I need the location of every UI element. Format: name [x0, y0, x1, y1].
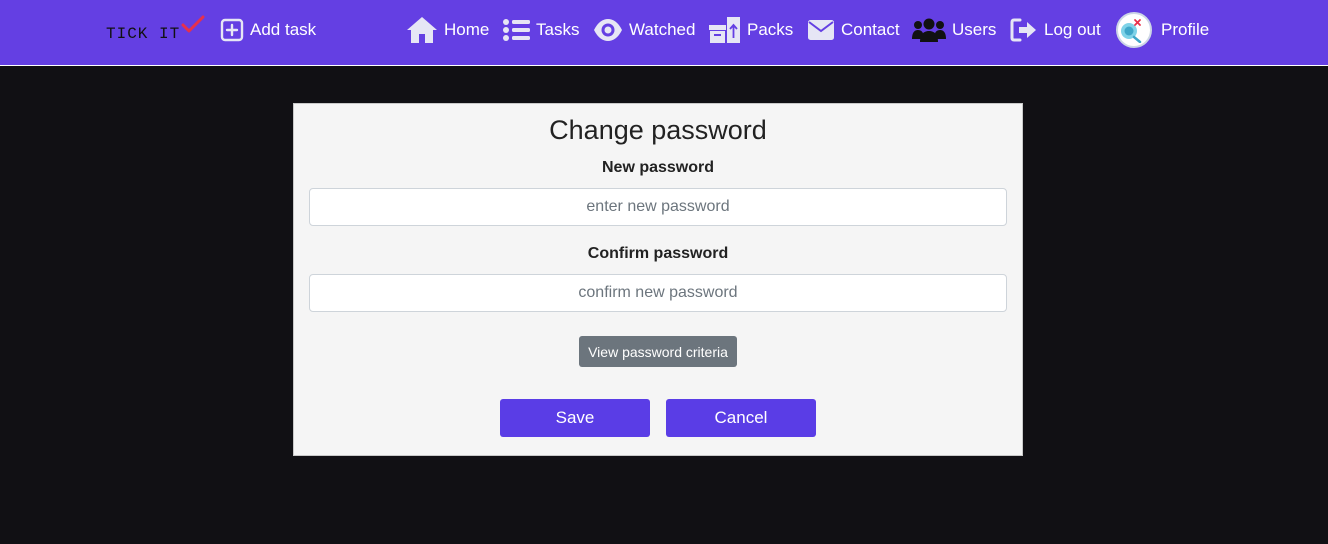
- nav-logout-label: Log out: [1044, 20, 1101, 39]
- new-password-input[interactable]: [309, 188, 1007, 226]
- brand-text: TICK IT: [106, 25, 181, 43]
- users-icon: [912, 18, 946, 42]
- envelope-icon: [808, 20, 834, 40]
- list-icon: [503, 19, 530, 41]
- home-icon: [407, 17, 437, 43]
- nav-home-label: Home: [444, 20, 490, 39]
- page-title: Change password: [549, 115, 767, 145]
- nav-users-label: Users: [952, 20, 997, 39]
- plus-square-icon: [220, 18, 244, 42]
- confirm-password-label: Confirm password: [587, 245, 729, 262]
- nav-users[interactable]: Users: [912, 14, 996, 46]
- change-password-card: Change password New password Confirm pas…: [293, 103, 1023, 456]
- new-password-label: New password: [601, 159, 715, 176]
- nav-logout[interactable]: Log out: [1010, 14, 1101, 46]
- nav-contact-label: Contact: [841, 20, 900, 39]
- nav-home[interactable]: Home: [406, 14, 489, 46]
- save-button[interactable]: Save: [500, 399, 650, 437]
- view-password-criteria-button[interactable]: View password criteria: [579, 336, 737, 367]
- nav-profile[interactable]: Profile: [1116, 12, 1210, 48]
- archive-boxes-icon: [709, 17, 740, 43]
- nav-watched[interactable]: Watched: [593, 14, 695, 46]
- logout-icon: [1010, 18, 1036, 42]
- nav-tasks[interactable]: Tasks: [503, 14, 579, 46]
- confirm-password-input[interactable]: [309, 274, 1007, 312]
- nav-packs-label: Packs: [747, 20, 794, 39]
- brand-check-icon: [181, 14, 205, 39]
- brand-logo[interactable]: TICK IT: [106, 15, 205, 43]
- nav-watched-label: Watched: [629, 20, 696, 39]
- cancel-button[interactable]: Cancel: [666, 399, 816, 437]
- nav-add-task-label: Add task: [250, 20, 317, 39]
- nav-tasks-label: Tasks: [536, 20, 580, 39]
- avatar-icon: [1121, 19, 1142, 43]
- eye-icon: [594, 19, 622, 41]
- nav-profile-label: Profile: [1161, 20, 1210, 39]
- nav-packs[interactable]: Packs: [708, 14, 793, 46]
- nav-contact[interactable]: Contact: [807, 14, 900, 46]
- navbar: TICK IT Add task Home Tasks Watched Pack…: [0, 0, 1328, 66]
- nav-add-task[interactable]: Add task: [220, 14, 316, 46]
- avatar: [1116, 12, 1152, 48]
